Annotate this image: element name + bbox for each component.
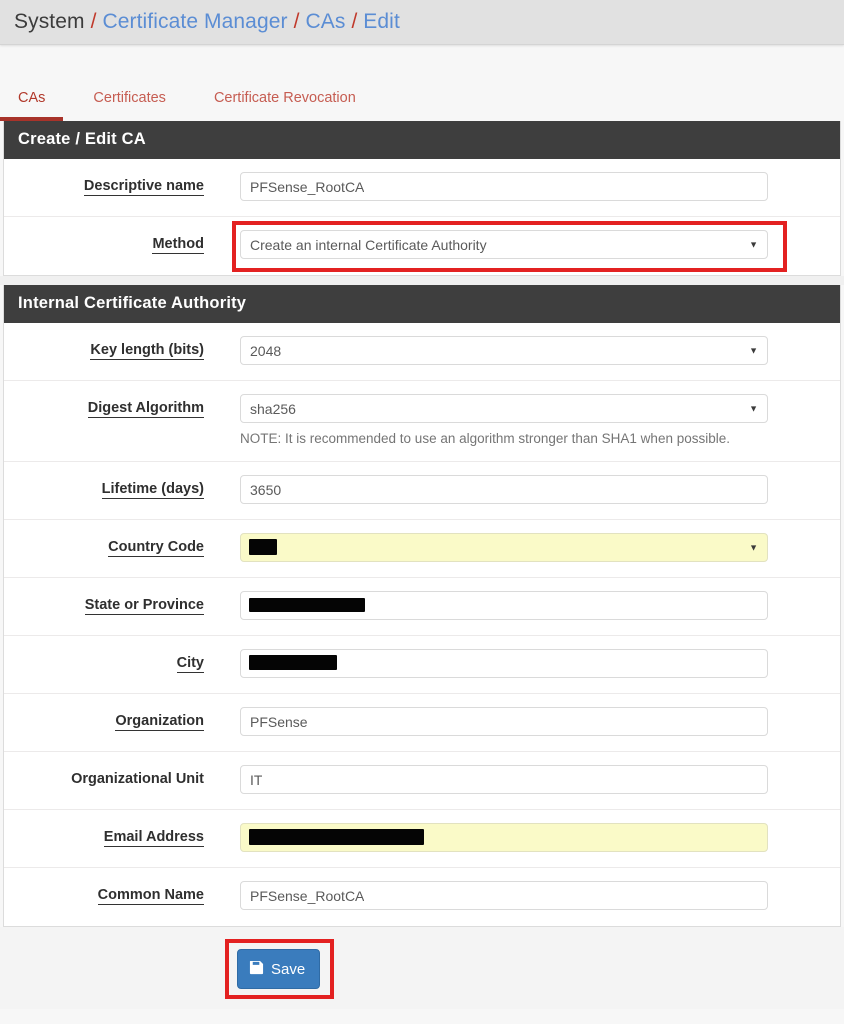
tab-cas[interactable]: CAs [0,90,65,121]
key-length-select[interactable]: 2048 ▼ [240,336,768,365]
label-common-name-text: Common Name [97,887,204,906]
descriptive-name-value: PFSense_RootCA [250,178,365,195]
lifetime-value: 3650 [250,481,282,498]
label-method: Method [4,230,204,254]
annotation-box-save: Save [225,939,335,1000]
label-organization-text: Organization [115,713,204,732]
organizational-unit-value: IT [250,771,263,788]
state-or-province-input[interactable] [240,591,768,621]
descriptive-name-input[interactable]: PFSense_RootCA [240,172,768,201]
label-descriptive-name: Descriptive name [4,172,204,196]
label-email-address-text: Email Address [103,829,204,848]
form-row-digest-algorithm: Digest Algorithm sha256 ▼ NOTE: It is re… [4,381,840,463]
organizational-unit-input[interactable]: IT [240,765,768,795]
chevron-down-icon: ▼ [749,542,758,553]
floppy-disk-icon [249,960,264,978]
form-row-organization: Organization PFSense [4,694,840,753]
lifetime-input[interactable]: 3650 [240,475,768,505]
organization-input[interactable]: PFSense [240,707,768,737]
redaction-bar [249,829,424,846]
form-row-method: Method Create an internal Certificate Au… [4,217,840,275]
breadcrumb-separator: / [90,10,97,33]
tab-certificate-revocation-label: Certificate Revocation [213,90,356,106]
form-row-email-address: Email Address [4,810,840,869]
tab-certificates-label: Certificates [93,90,166,106]
tab-certificate-revocation[interactable]: Certificate Revocation [214,90,356,121]
label-lifetime-text: Lifetime (days) [101,481,204,500]
label-country-code: Country Code [4,533,204,558]
form-row-organizational-unit: Organizational Unit IT [4,752,840,811]
form-row-city: City [4,636,840,695]
breadcrumb-link-certificate-manager[interactable]: Certificate Manager [102,10,287,34]
label-key-length: Key length (bits) [4,336,204,360]
label-key-length-text: Key length (bits) [90,342,204,360]
country-code-select[interactable]: ▼ [240,533,768,563]
label-common-name: Common Name [4,881,204,906]
redaction-bar [249,655,337,671]
label-state-or-province: State or Province [4,591,204,616]
label-method-text: Method [152,236,204,254]
form-row-common-name: Common Name PFSense_RootCA [4,868,840,927]
form-footer: Save [0,927,844,1010]
label-digest-algorithm: Digest Algorithm [4,394,204,418]
form-row-state-or-province: State or Province [4,578,840,637]
panel-create-edit-ca-heading: Create / Edit CA [4,121,840,159]
label-country-code-text: Country Code [108,539,204,558]
digest-algorithm-note: NOTE: It is recommended to use an algori… [240,431,730,446]
tab-cas-label: CAs [18,90,46,106]
common-name-value: PFSense_RootCA [250,887,365,904]
key-length-value: 2048 [250,342,282,359]
form-row-lifetime: Lifetime (days) 3650 [4,462,840,521]
chevron-down-icon: ▼ [749,345,758,355]
common-name-input[interactable]: PFSense_RootCA [240,881,768,911]
organization-value: PFSense [250,713,308,730]
chevron-down-icon: ▼ [749,239,758,249]
label-state-or-province-text: State or Province [84,597,204,616]
form-row-descriptive-name: Descriptive name PFSense_RootCA [4,159,840,217]
chevron-down-icon: ▼ [749,403,758,413]
digest-algorithm-value: sha256 [250,400,296,417]
label-organizational-unit: Organizational Unit [4,765,204,787]
breadcrumb-separator: / [293,10,300,33]
label-email-address: Email Address [4,823,204,848]
redaction-bar [249,539,277,556]
label-lifetime: Lifetime (days) [4,475,204,500]
form-row-key-length: Key length (bits) 2048 ▼ [4,323,840,381]
form-row-country-code: Country Code ▼ [4,520,840,579]
panel-create-edit-ca: Create / Edit CA Descriptive name PFSens… [3,121,841,276]
city-input[interactable] [240,649,768,679]
label-descriptive-name-text: Descriptive name [83,178,204,196]
save-button[interactable]: Save [237,949,321,990]
panel-internal-ca-heading: Internal Certificate Authority [4,285,840,323]
method-select[interactable]: Create an internal Certificate Authority… [240,230,768,259]
email-address-input[interactable] [240,823,768,853]
panel-internal-certificate-authority: Internal Certificate Authority Key lengt… [3,285,841,928]
breadcrumb-root: System [14,10,85,33]
label-city-text: City [176,655,204,674]
label-organizational-unit-text: Organizational Unit [71,771,204,788]
tab-certificates[interactable]: Certificates [93,90,166,121]
breadcrumb-bar: System / Certificate Manager / CAs / Edi… [0,0,844,45]
label-digest-algorithm-text: Digest Algorithm [87,400,204,418]
breadcrumb-link-cas[interactable]: CAs [305,10,345,34]
breadcrumb-separator: / [351,10,358,33]
breadcrumb-link-edit[interactable]: Edit [363,10,400,34]
label-organization: Organization [4,707,204,732]
digest-algorithm-select[interactable]: sha256 ▼ [240,394,768,423]
label-city: City [4,649,204,674]
save-button-label: Save [271,960,306,978]
method-value: Create an internal Certificate Authority [250,236,487,253]
redaction-bar [249,598,365,613]
panel-spacer [0,276,844,285]
tab-bar: CAs Certificates Certificate Revocation [0,45,844,121]
